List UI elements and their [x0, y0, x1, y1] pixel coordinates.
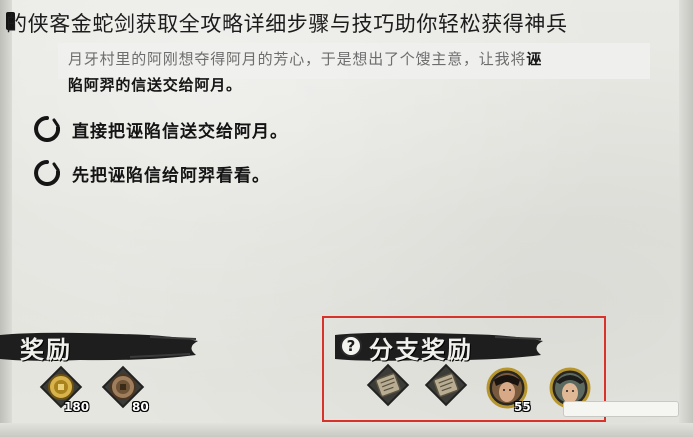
frame-bottom: [0, 423, 693, 437]
item-count: 80: [132, 400, 149, 414]
description-line-2: 陷阿羿的信送交给阿月。: [68, 76, 242, 94]
item-count: 180: [64, 400, 90, 414]
copper-coin-icon[interactable]: 80: [100, 364, 149, 414]
gold-coin-icon[interactable]: 180: [38, 364, 89, 414]
description-grey-text: 月牙村里的阿刚想夺得阿月的芳心，于是想出了个馊主意，让我将: [68, 50, 527, 68]
watermark-logo: [563, 401, 679, 417]
article-title: 的侠客金蛇剑获取全攻略详细步骤与技巧助你轻松获得神兵: [6, 12, 568, 36]
description-line-1: 月牙村里的阿刚想夺得阿月的芳心，于是想出了个馊主意，让我将诬: [68, 48, 648, 69]
choice-label: 直接把诬陷信送交给阿月。: [72, 121, 288, 142]
description-bold-char: 诬: [526, 50, 543, 68]
choice-option-2[interactable]: 先把诬陷信给阿羿看看。: [34, 156, 270, 190]
scroll-icon[interactable]: [423, 362, 469, 408]
choice-label: 先把诬陷信给阿羿看看。: [72, 165, 270, 186]
choice-option-1[interactable]: 直接把诬陷信送交给阿月。: [34, 112, 288, 146]
frame-left: [0, 0, 12, 437]
portrait-male-warrior-icon[interactable]: 55: [484, 366, 531, 414]
frame-right: [679, 0, 693, 437]
reward-banner: 奖励: [0, 329, 200, 365]
scroll-icon[interactable]: [365, 362, 411, 408]
choice-ring-icon: [34, 160, 61, 186]
item-count: 55: [514, 400, 531, 414]
reward-label: 奖励: [20, 336, 72, 364]
choice-ring-icon: [34, 116, 61, 142]
